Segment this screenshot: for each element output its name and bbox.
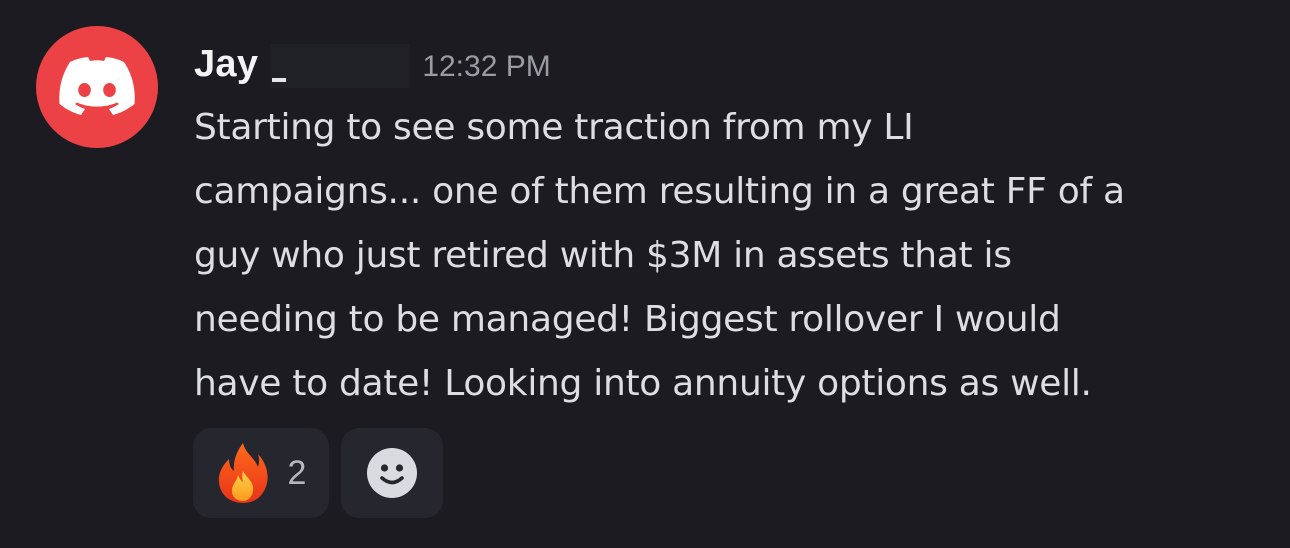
reaction-count: 2 — [287, 453, 307, 492]
message-content: Starting to see some traction from my LI… — [194, 96, 1254, 416]
add-reaction-button[interactable] — [341, 428, 443, 518]
message-line: guy who just retired with $3M in assets … — [194, 235, 1012, 276]
message-line: have to date! Looking into annuity optio… — [194, 363, 1092, 404]
redacted-name — [270, 44, 411, 88]
chat-message: Jay 12:32 PM Starting to see some tracti… — [0, 0, 1290, 548]
fire-reaction-button[interactable]: 2 — [193, 428, 329, 518]
message-header: Jay 12:32 PM — [194, 36, 551, 92]
username[interactable]: Jay — [194, 43, 258, 86]
message-line: campaigns... one of them resulting in a … — [194, 171, 1125, 212]
discord-logo-icon — [59, 57, 135, 115]
reactions-bar: 2 — [193, 428, 443, 518]
add-reaction-smile-icon — [367, 448, 417, 498]
timestamp[interactable]: 12:32 PM — [422, 50, 550, 84]
user-avatar[interactable] — [36, 26, 158, 148]
message-line: Starting to see some traction from my LI — [194, 107, 914, 148]
message-line: needing to be managed! Biggest rollover … — [194, 299, 1061, 340]
fire-emoji-icon — [218, 443, 268, 503]
